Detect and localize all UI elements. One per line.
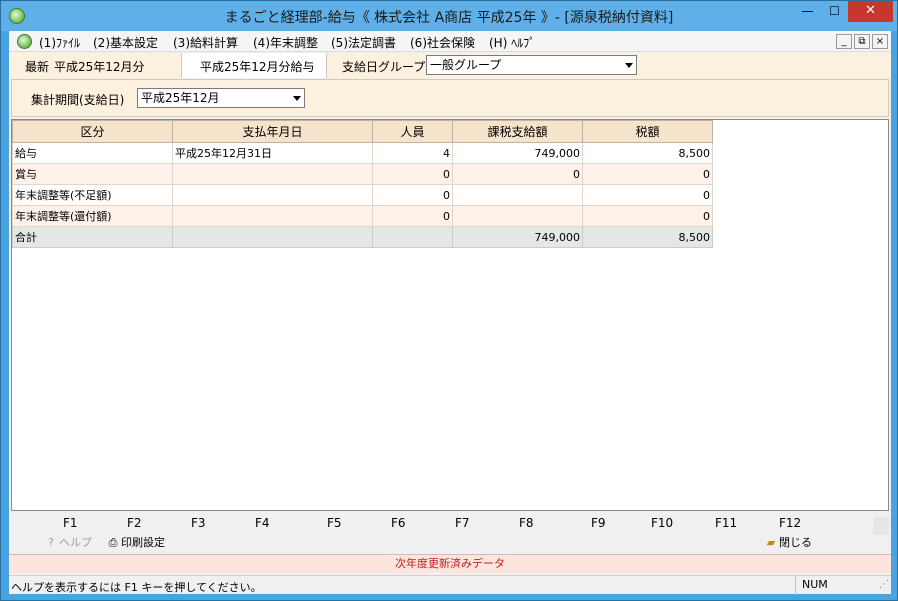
open-folder-icon: ▰ xyxy=(766,536,776,549)
menu-app-icon[interactable] xyxy=(17,34,32,49)
fkey-f2[interactable]: F2 xyxy=(127,516,142,530)
menu-salary-calc[interactable]: (3)給料計算 xyxy=(173,34,238,51)
pay-group-select[interactable]: 一般グループ xyxy=(426,55,637,75)
status-bar: ヘルプを表示するには F1 キーを押してください。 NUM ⋰ xyxy=(9,575,891,595)
period-select[interactable]: 平成25年12月 xyxy=(137,88,305,108)
pay-group-value: 一般グループ xyxy=(430,58,502,72)
cell-tax: 8,500 xyxy=(582,142,713,164)
help-button-label: ヘルプ xyxy=(59,536,92,549)
print-settings-label: 印刷設定 xyxy=(121,536,165,549)
menu-social-insurance[interactable]: (6)社会保険 xyxy=(410,34,475,51)
cell-tax: 8,500 xyxy=(582,226,713,248)
menu-file[interactable]: (1)ﾌｧｲﾙ xyxy=(39,34,80,51)
mdi-restore-button[interactable]: ⧉ xyxy=(854,34,870,49)
latest-value: 平成25年12月分 xyxy=(54,60,145,74)
menu-bar: (1)ﾌｧｲﾙ (2)基本設定 (3)給料計算 (4)年末調整 (5)法定調書 … xyxy=(9,31,891,52)
fkey-f8[interactable]: F8 xyxy=(519,516,534,530)
cell-kubun: 賞与 xyxy=(12,163,173,185)
cell-tax: 0 xyxy=(582,205,713,227)
cell-pay-date: 平成25年12月31日 xyxy=(172,142,373,164)
mdi-close-button[interactable]: × xyxy=(872,34,888,49)
latest-label: 最新 xyxy=(25,60,50,74)
fkey-f6[interactable]: F6 xyxy=(391,516,406,530)
cell-tax: 0 xyxy=(582,184,713,206)
help-button[interactable]: ? ヘルプ xyxy=(43,534,92,550)
client-area: (1)ﾌｧｲﾙ (2)基本設定 (3)給料計算 (4)年末調整 (5)法定調書 … xyxy=(9,31,891,595)
printer-icon: ⎙ xyxy=(108,536,118,549)
cell-count: 0 xyxy=(372,184,453,206)
menu-legal-docs[interactable]: (5)法定調書 xyxy=(331,34,396,51)
cell-kubun: 年末調整等(還付額) xyxy=(12,205,173,227)
cell-count: 4 xyxy=(372,142,453,164)
fkey-f7[interactable]: F7 xyxy=(455,516,470,530)
minimize-button[interactable]: — xyxy=(794,1,821,22)
table-row[interactable]: 年末調整等(不足額) 0 0 xyxy=(12,184,713,206)
status-text: ヘルプを表示するには F1 キーを押してください。 xyxy=(11,581,262,594)
fkey-f9[interactable]: F9 xyxy=(591,516,606,530)
fkey-f12[interactable]: F12 xyxy=(779,516,801,530)
cell-pay-date xyxy=(172,163,373,185)
close-button[interactable]: ▰ 閉じる xyxy=(763,534,812,550)
fkey-f11[interactable]: F11 xyxy=(715,516,737,530)
cell-kubun: 合計 xyxy=(12,226,173,248)
cell-count xyxy=(372,226,453,248)
chevron-down-icon[interactable] xyxy=(625,63,633,68)
fkey-f5[interactable]: F5 xyxy=(327,516,342,530)
menu-help[interactable]: (H) ﾍﾙﾌﾟ xyxy=(489,34,535,51)
title-bar[interactable]: まるごと経理部-給与《 株式会社 A商店 平成25年 》- [源泉税納付資料] … xyxy=(1,1,897,31)
cell-taxable: 0 xyxy=(452,163,583,185)
cell-taxable xyxy=(452,184,583,206)
current-period-label: 平成25年12月分給与 xyxy=(200,60,315,74)
resize-grip-icon[interactable]: ⋰ xyxy=(879,579,889,590)
summary-grid: 区分 支払年月日 人員 課税支給額 税額 給与 平成25年12月31日 4 74… xyxy=(11,119,889,511)
menu-year-end[interactable]: (4)年末調整 xyxy=(253,34,318,51)
table-total-row[interactable]: 合計 749,000 8,500 xyxy=(12,226,713,248)
period-value: 平成25年12月 xyxy=(141,91,220,105)
table-row[interactable]: 賞与 0 0 0 xyxy=(12,163,713,185)
question-icon: ? xyxy=(48,536,54,549)
header-pay-date[interactable]: 支払年月日 xyxy=(172,120,373,143)
close-button-label: 閉じる xyxy=(779,536,812,549)
cell-taxable: 749,000 xyxy=(452,226,583,248)
function-key-bar: F1 F2 F3 F4 F5 F6 F7 F8 F9 F10 F11 F12 ?… xyxy=(9,513,891,553)
fkey-f10[interactable]: F10 xyxy=(651,516,673,530)
cell-taxable: 749,000 xyxy=(452,142,583,164)
main-window: まるごと経理部-給与《 株式会社 A商店 平成25年 》- [源泉税納付資料] … xyxy=(0,0,898,601)
header-tax-amount[interactable]: 税額 xyxy=(582,120,713,143)
period-label: 集計期間(支給日) xyxy=(31,93,125,107)
cell-count: 0 xyxy=(372,163,453,185)
header-taxable-amount[interactable]: 課税支給額 xyxy=(452,120,583,143)
chevron-down-icon[interactable] xyxy=(293,96,301,101)
cell-pay-date xyxy=(172,184,373,206)
window-title: まるごと経理部-給与《 株式会社 A商店 平成25年 》- [源泉税納付資料] xyxy=(224,10,674,26)
cell-count: 0 xyxy=(372,205,453,227)
fkey-f3[interactable]: F3 xyxy=(191,516,206,530)
cell-taxable xyxy=(452,205,583,227)
header-kubun[interactable]: 区分 xyxy=(12,120,173,143)
close-window-button[interactable]: ✕ xyxy=(848,1,893,22)
cell-kubun: 年末調整等(不足額) xyxy=(12,184,173,206)
mdi-minimize-button[interactable]: _ xyxy=(836,34,852,49)
cell-pay-date xyxy=(172,205,373,227)
num-lock-indicator: NUM xyxy=(795,576,853,595)
table-header-row: 区分 支払年月日 人員 課税支給額 税額 xyxy=(12,120,713,143)
current-period-tab[interactable]: 平成25年12月分給与 xyxy=(181,53,327,78)
pay-group-label: 支給日グループ xyxy=(342,60,426,74)
notice-bar: 次年度更新済みデータ xyxy=(9,554,891,573)
fkey-f1[interactable]: F1 xyxy=(63,516,78,530)
fkey-scroll-stub xyxy=(873,517,889,535)
fkey-f4[interactable]: F4 xyxy=(255,516,270,530)
summary-table: 区分 支払年月日 人員 課税支給額 税額 給与 平成25年12月31日 4 74… xyxy=(12,120,713,248)
maximize-button[interactable]: ☐ xyxy=(821,1,848,22)
table-row[interactable]: 給与 平成25年12月31日 4 749,000 8,500 xyxy=(12,142,713,164)
cell-kubun: 給与 xyxy=(12,142,173,164)
period-panel: 集計期間(支給日) 平成25年12月 xyxy=(11,79,889,117)
print-settings-button[interactable]: ⎙ 印刷設定 xyxy=(105,534,165,550)
menu-basic-settings[interactable]: (2)基本設定 xyxy=(93,34,158,51)
header-count[interactable]: 人員 xyxy=(372,120,453,143)
cell-pay-date xyxy=(172,226,373,248)
table-row[interactable]: 年末調整等(還付額) 0 0 xyxy=(12,205,713,227)
cell-tax: 0 xyxy=(582,163,713,185)
